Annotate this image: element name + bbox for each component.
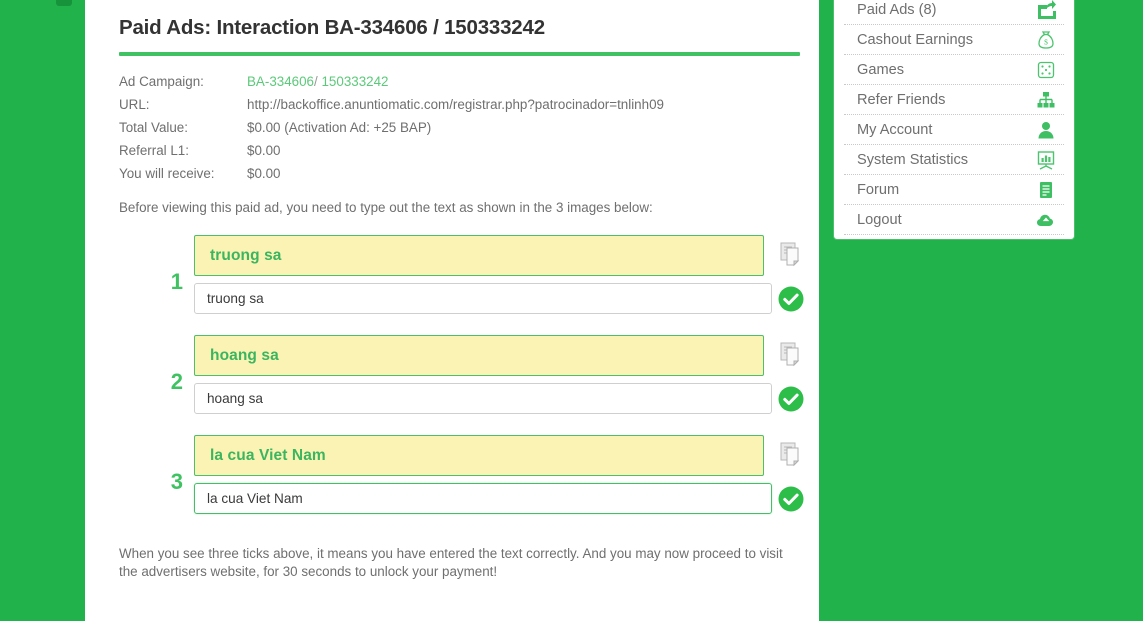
sidebar-item-label: Paid Ads (8) (857, 0, 937, 25)
share-arrow-icon (1036, 0, 1056, 20)
table-row: Ad Campaign: BA-334606/ 150333242 (119, 74, 664, 97)
captcha-image-text-1: truong sa (195, 247, 282, 265)
check-circle-icon (777, 385, 805, 413)
captcha-instruction-text: Before viewing this paid ad, you need to… (119, 199, 785, 216)
captcha-row-2: 2 hoang sa hoang s (119, 335, 785, 435)
user-icon (1036, 120, 1056, 140)
captcha-image-3: la cua Viet Nam (194, 435, 764, 476)
sidebar-item-forum[interactable]: Forum (844, 175, 1064, 205)
sidebar-item-logout[interactable]: Logout (844, 205, 1064, 235)
copy-icon[interactable] (777, 239, 807, 269)
ad-campaign-link-id[interactable]: 150333242 (321, 74, 388, 89)
captcha-index-2: 2 (157, 371, 183, 393)
captcha-footnote-text: When you see three ticks above, it means… (119, 545, 795, 581)
captcha-image-text-2: hoang sa (195, 347, 279, 365)
detail-label-referral-l1: Referral L1: (119, 143, 247, 166)
ad-campaign-separator: / (314, 74, 318, 89)
svg-text:$: $ (1044, 37, 1048, 46)
table-row: You will receive: $0.00 (119, 166, 664, 189)
sidebar-item-label: Cashout Earnings (857, 25, 973, 55)
ad-details-table: Ad Campaign: BA-334606/ 150333242 URL: h… (119, 74, 664, 189)
sidebar-item-games[interactable]: Games (844, 55, 1064, 85)
dice-icon (1036, 60, 1056, 80)
captcha-image-2: hoang sa (194, 335, 764, 376)
detail-label-you-will-receive: You will receive: (119, 166, 247, 189)
detail-value-total-value: $0.00 (Activation Ad: +25 BAP) (247, 120, 664, 143)
copy-icon[interactable] (777, 339, 807, 369)
captcha-list: 1 truong sa truong (119, 235, 785, 535)
sidebar-item-label: System Statistics (857, 145, 968, 175)
sidebar-item-label: Forum (857, 175, 899, 205)
detail-value-url: http://backoffice.anuntiomatic.com/regis… (247, 97, 664, 120)
table-row: Referral L1: $0.00 (119, 143, 664, 166)
captcha-row-1: 1 truong sa truong (119, 235, 785, 335)
sidebar-item-label: My Account (857, 115, 932, 145)
captcha-answer-input-2[interactable]: hoang sa (194, 383, 772, 414)
detail-value-referral-l1: $0.00 (247, 143, 664, 166)
cloud-upload-icon (1036, 210, 1056, 230)
title-underline-rule (119, 52, 800, 56)
check-circle-icon (777, 485, 805, 513)
sidebar-item-paid-ads[interactable]: Paid Ads (8) (844, 0, 1064, 25)
sidebar-menu: Paid Ads (8) Cashout Earnings $ Games (833, 0, 1075, 240)
captcha-answer-input-1[interactable]: truong sa (194, 283, 772, 314)
captcha-index-1: 1 (157, 271, 183, 293)
page-root: Paid Ads: Interaction BA-334606 / 150333… (0, 0, 1143, 621)
copy-icon[interactable] (777, 439, 807, 469)
sidebar-item-cashout-earnings[interactable]: Cashout Earnings $ (844, 25, 1064, 55)
captcha-index-3: 3 (157, 471, 183, 493)
captcha-image-1: truong sa (194, 235, 764, 276)
detail-label-total-value: Total Value: (119, 120, 247, 143)
sidebar-item-label: Refer Friends (857, 85, 945, 115)
sidebar-item-my-account[interactable]: My Account (844, 115, 1064, 145)
sitemap-icon (1036, 90, 1056, 110)
detail-label-ad-campaign: Ad Campaign: (119, 74, 247, 97)
document-list-icon (1036, 180, 1056, 200)
detail-label-url: URL: (119, 97, 247, 120)
sidebar-item-system-statistics[interactable]: System Statistics (844, 145, 1064, 175)
captcha-answer-input-3[interactable]: la cua Viet Nam (194, 483, 772, 514)
sidebar-item-refer-friends[interactable]: Refer Friends (844, 85, 1064, 115)
sidebar-item-label: Logout (857, 205, 902, 235)
captcha-row-3: 3 la cua Viet Nam (119, 435, 785, 535)
table-row: URL: http://backoffice.anuntiomatic.com/… (119, 97, 664, 120)
page-title: Paid Ads: Interaction BA-334606 / 150333… (119, 0, 785, 42)
table-row: Total Value: $0.00 (Activation Ad: +25 B… (119, 120, 664, 143)
top-decorative-notch (56, 0, 72, 6)
check-circle-icon (777, 285, 805, 313)
main-content-panel: Paid Ads: Interaction BA-334606 / 150333… (85, 0, 819, 621)
ad-campaign-link-ba[interactable]: BA-334606 (247, 74, 314, 89)
detail-value-you-will-receive: $0.00 (247, 166, 664, 189)
chart-presentation-icon (1036, 150, 1056, 170)
captcha-image-text-3: la cua Viet Nam (195, 447, 326, 465)
detail-value-ad-campaign: BA-334606/ 150333242 (247, 74, 664, 97)
money-bag-icon: $ (1036, 30, 1056, 50)
sidebar-item-label: Games (857, 55, 904, 85)
